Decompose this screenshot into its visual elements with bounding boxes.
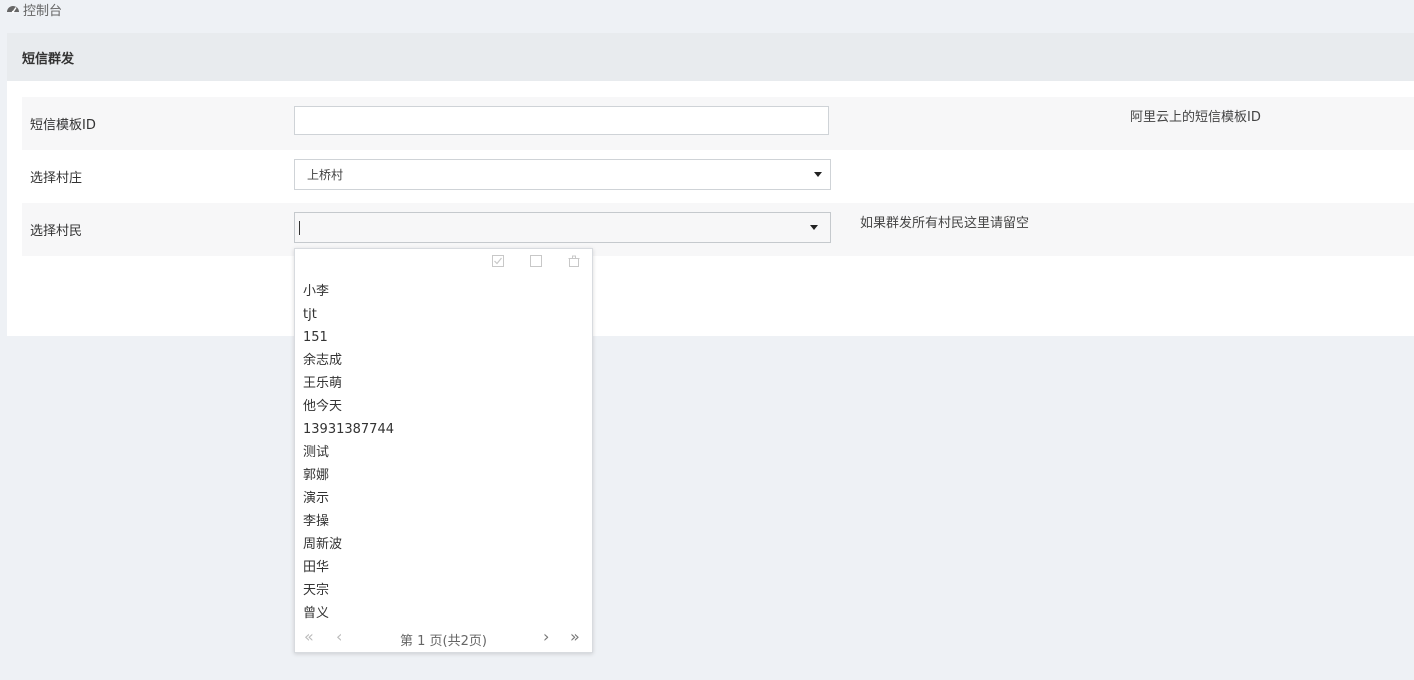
list-item[interactable]: 余志成: [303, 349, 394, 372]
list-item[interactable]: 测试: [303, 441, 394, 464]
village-label: 选择村庄: [30, 171, 83, 186]
list-item[interactable]: 演示: [303, 487, 394, 510]
list-item[interactable]: 13931387744: [303, 418, 394, 441]
template-id-help: 阿里云上的短信模板ID: [1130, 110, 1261, 125]
prev-page-button[interactable]: ‹: [336, 628, 342, 646]
list-item[interactable]: 他今天: [303, 395, 394, 418]
next-page-button[interactable]: ›: [543, 628, 549, 646]
dropdown-pager: « ‹ 第 1 页(共2页) › »: [295, 624, 592, 652]
last-page-button[interactable]: »: [570, 628, 580, 646]
template-id-label: 短信模板ID: [30, 118, 96, 133]
villager-help: 如果群发所有村民这里请留空: [860, 216, 1030, 231]
clear-icon[interactable]: [568, 255, 580, 267]
villager-option-list: 小李 tjt 151 余志成 王乐萌 他今天 13931387744 测试 郭娜…: [303, 280, 394, 625]
list-item[interactable]: 田华: [303, 556, 394, 579]
village-select[interactable]: 上桥村: [294, 159, 831, 190]
villager-select[interactable]: [294, 212, 831, 243]
villager-label: 选择村民: [30, 224, 83, 239]
list-item[interactable]: 郭娜: [303, 464, 394, 487]
list-item[interactable]: 王乐萌: [303, 372, 394, 395]
list-item[interactable]: 曾义: [303, 602, 394, 625]
list-item[interactable]: 151: [303, 326, 394, 349]
dashboard-icon: [6, 2, 20, 16]
villager-row: 选择村民 如果群发所有村民这里请留空: [22, 203, 1414, 256]
list-item[interactable]: 天宗: [303, 579, 394, 602]
chevron-down-icon: [810, 225, 818, 230]
chevron-down-icon: [814, 172, 822, 177]
list-item[interactable]: 周新波: [303, 533, 394, 556]
list-item[interactable]: 小李: [303, 280, 394, 303]
first-page-button[interactable]: «: [304, 628, 314, 646]
village-row: 选择村庄 上桥村: [22, 150, 1414, 203]
village-selected-value: 上桥村: [307, 168, 344, 182]
deselect-all-icon[interactable]: [530, 255, 542, 267]
select-all-icon[interactable]: [492, 255, 504, 267]
text-cursor: [299, 220, 300, 235]
page-info: 第 1 页(共2页): [400, 634, 487, 649]
panel-title: 短信群发: [7, 33, 1414, 81]
list-item[interactable]: 李操: [303, 510, 394, 533]
dropdown-toolbar: [492, 255, 580, 267]
breadcrumb-label[interactable]: 控制台: [23, 0, 62, 19]
list-item[interactable]: tjt: [303, 303, 394, 326]
villager-dropdown: 小李 tjt 151 余志成 王乐萌 他今天 13931387744 测试 郭娜…: [294, 248, 593, 653]
template-id-input[interactable]: [294, 106, 829, 135]
template-id-row: 短信模板ID 阿里云上的短信模板ID: [22, 97, 1414, 150]
sms-broadcast-panel: 短信群发 短信模板ID 阿里云上的短信模板ID 选择村庄 上桥村 选择村民 如果…: [7, 33, 1414, 336]
breadcrumb: 控制台: [6, 0, 62, 19]
